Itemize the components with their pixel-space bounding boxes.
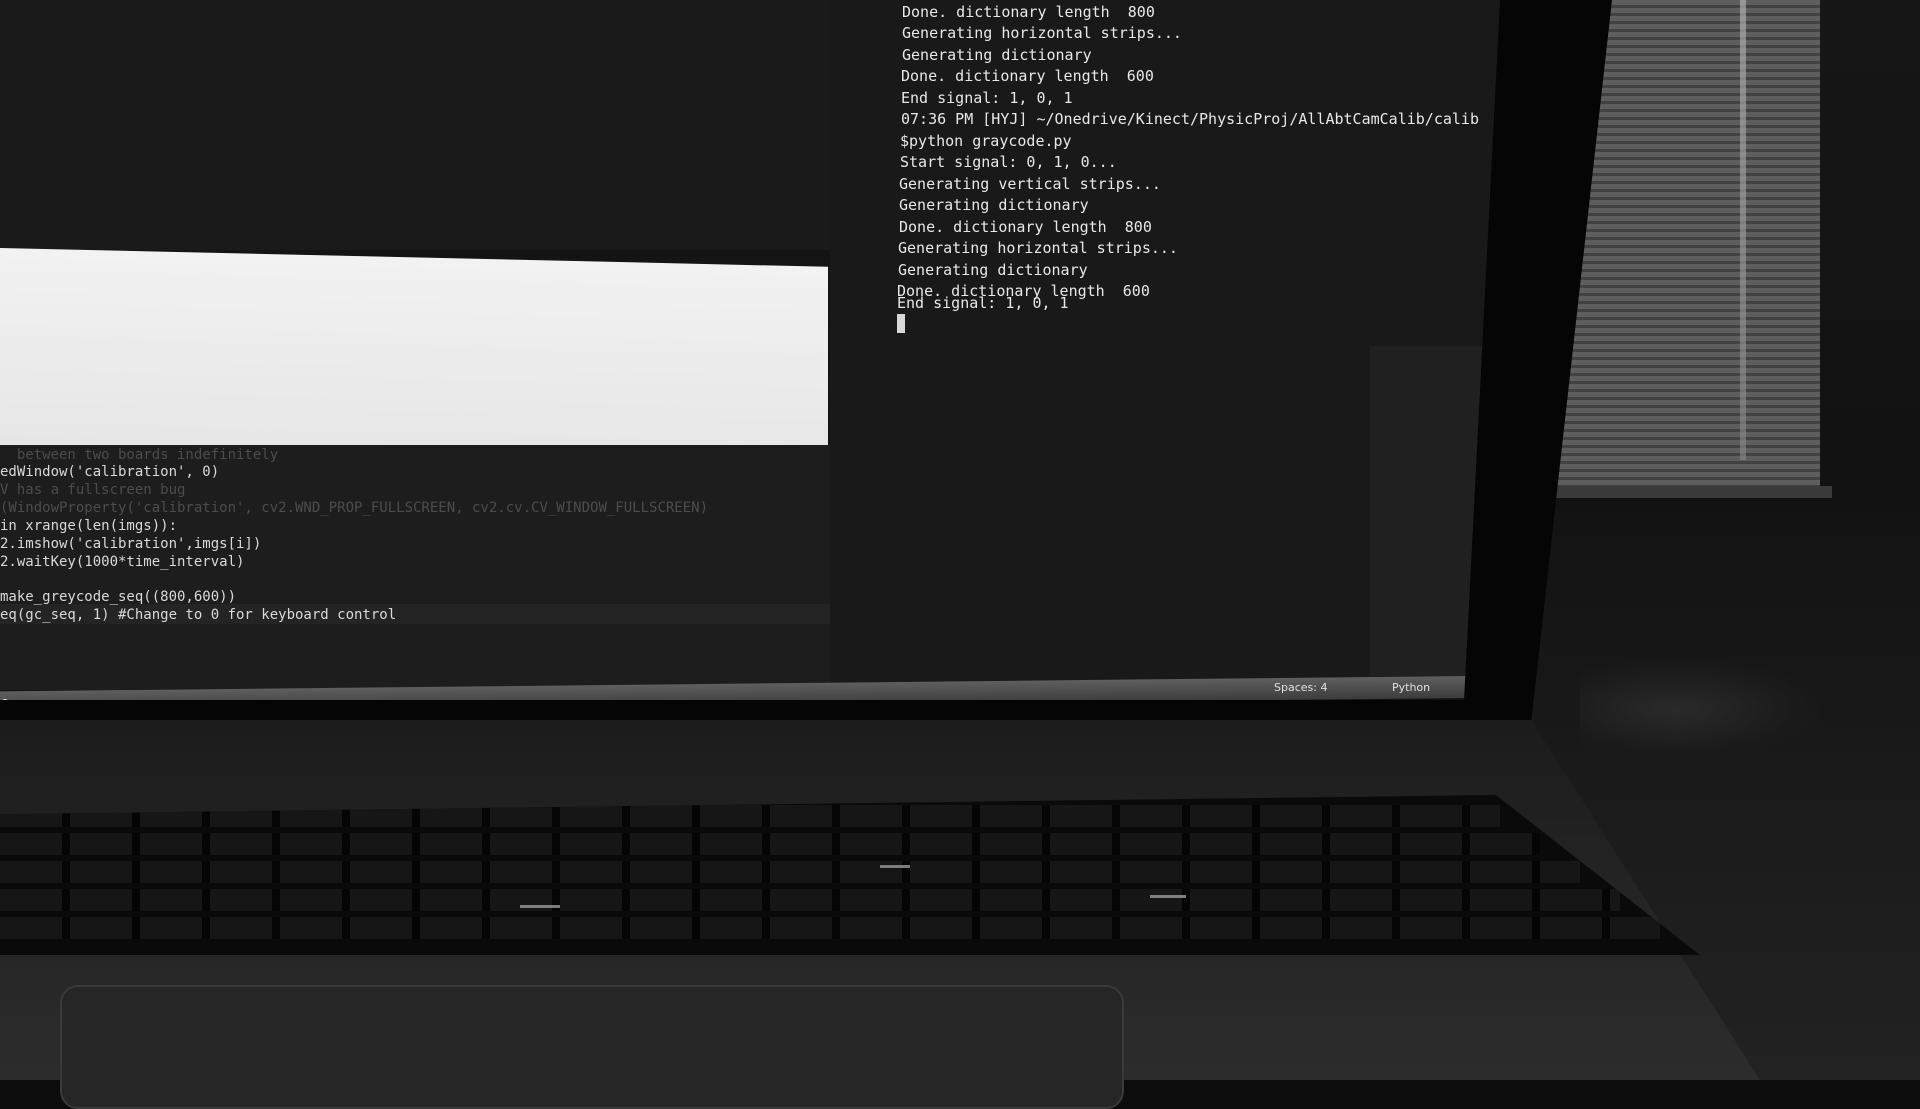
status-line-marker: 2 <box>2 697 9 710</box>
key-row[interactable] <box>0 833 1540 855</box>
indentation-selector[interactable]: Spaces: 4 <box>1274 680 1327 696</box>
terminal-line: Done. dictionary length 600 <box>901 67 1154 85</box>
code-line: 2.waitKey(1000*time_interval) <box>0 554 245 570</box>
code-line: V has a fullscreen bug <box>0 482 186 498</box>
code-line: edWindow('calibration', 0) <box>0 464 220 480</box>
terminal-line: Generating vertical strips... <box>899 175 1161 193</box>
terminal-line: Generating dictionary <box>899 196 1089 214</box>
desk-objects <box>1580 660 1820 760</box>
key-backlight <box>520 905 560 908</box>
code-line: (WindowProperty('calibration', cv2.WND_P… <box>0 500 709 516</box>
terminal-line: Start signal: 0, 1, 0... <box>900 153 1117 171</box>
key-row[interactable] <box>0 861 1580 883</box>
terminal-line: Generating dictionary <box>898 261 1088 279</box>
syntax-selector[interactable]: Python <box>1392 680 1430 696</box>
calibration-window[interactable] <box>0 248 828 465</box>
terminal-line: Done. dictionary length 800 <box>899 218 1152 236</box>
key-row[interactable] <box>0 889 1620 911</box>
terminal-line: End signal: 1, 0, 1 <box>897 294 1069 312</box>
key-backlight <box>1150 895 1186 898</box>
key-row[interactable] <box>0 917 1660 939</box>
laptop-screen: between two boards indefinitely edWindow… <box>0 0 1500 700</box>
window-frame <box>1740 0 1746 460</box>
terminal-line: Done. dictionary length 800 <box>902 3 1155 21</box>
terminal-line: 07:36 PM [HYJ] ~/Onedrive/Kinect/PhysicP… <box>901 110 1479 128</box>
terminal-line: Generating horizontal strips... <box>898 239 1178 257</box>
keyboard[interactable] <box>0 795 1700 955</box>
code-line: make_greycode_seq((800,600)) <box>0 589 237 605</box>
terminal-line: Generating horizontal strips... <box>902 24 1182 42</box>
code-line: 2.imshow('calibration',imgs[i]) <box>0 536 262 552</box>
window-sill <box>1552 486 1832 498</box>
code-line: in xrange(len(imgs)): <box>0 518 178 534</box>
code-line: eq(gc_seq, 1) #Change to 0 for keyboard … <box>0 607 397 623</box>
terminal-line: End signal: 1, 0, 1 <box>901 89 1073 107</box>
terminal-scrollbar[interactable] <box>1370 346 1500 676</box>
code-line: between two boards indefinitely <box>0 447 279 463</box>
terminal-line: $python graycode.py <box>900 132 1072 150</box>
key-backlight <box>880 865 910 868</box>
laptop-lid: between two boards indefinitely edWindow… <box>0 0 1612 720</box>
terminal-cursor <box>897 314 905 333</box>
terminal-line: Generating dictionary <box>902 46 1092 64</box>
trackpad[interactable] <box>60 985 1124 1109</box>
editor-top-area <box>0 0 830 250</box>
